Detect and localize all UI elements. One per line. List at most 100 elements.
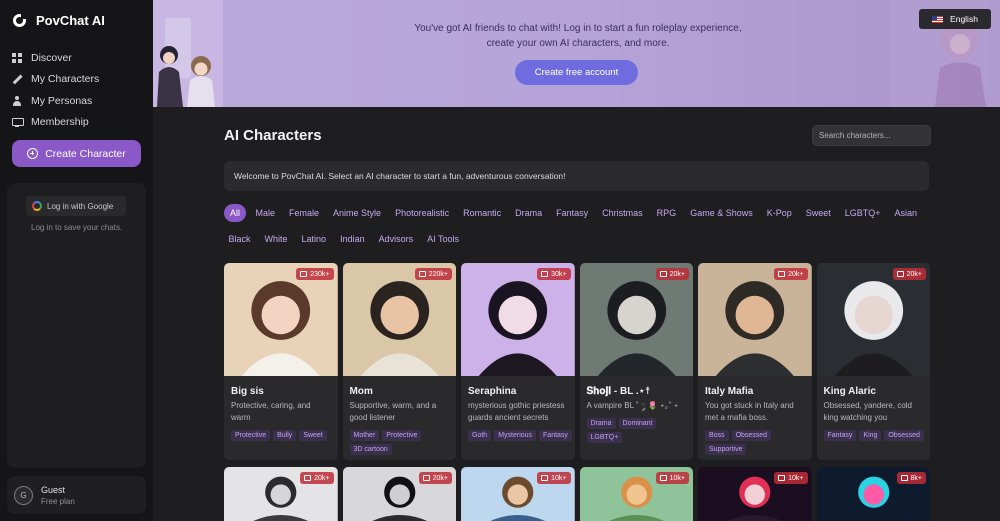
chat-count: 20k+ [669, 270, 685, 278]
character-tag[interactable]: Drama [586, 418, 616, 429]
filter-chip-romantic[interactable]: Romantic [459, 204, 506, 222]
character-card[interactable]: 230k+ Big sis Protective, caring, and warm… [224, 263, 338, 460]
filter-chip-photorealistic[interactable]: Photorealistic [391, 204, 454, 222]
filter-chip-lgbtq[interactable]: LGBTQ+ [840, 204, 885, 222]
filter-chip-ai-tools[interactable]: AI Tools [423, 230, 464, 248]
character-tag[interactable]: Fantasy [823, 430, 857, 441]
character-tag[interactable]: Mysterious [494, 430, 537, 441]
create-account-button[interactable]: Create free account [515, 60, 638, 85]
brand-name: PovChat AI [36, 13, 105, 28]
character-tag[interactable]: Goth [468, 430, 492, 441]
language-selector[interactable]: English [919, 9, 991, 29]
google-login-label: Log in with Google [47, 201, 114, 211]
character-card[interactable]: 10k+ [579, 467, 693, 521]
filter-chip-christmas[interactable]: Christmas [598, 204, 648, 222]
character-name: Big sis [231, 386, 264, 397]
create-character-button[interactable]: Create Character [12, 140, 141, 167]
character-card[interactable]: 8k+ [816, 467, 930, 521]
character-description: Protective, caring, and warm [231, 401, 311, 422]
character-tag[interactable]: Dominant [618, 418, 657, 429]
sidebar-item-membership[interactable]: Membership [12, 112, 142, 134]
banner-message: You've got AI friends to chat with! Log … [414, 23, 742, 49]
character-card[interactable]: 20k+ 𝐒𝐡𝐨𝐣𝐢 - BL .⋆☨ A vampire BL ˚ ༘ 🌷 ⋆｡˚… [579, 263, 693, 460]
filter-chip-female[interactable]: Female [285, 204, 324, 222]
character-tag[interactable]: King [859, 430, 882, 441]
login-hint: Log in to save your chats. [31, 223, 123, 232]
filter-chip-drama[interactable]: Drama [511, 204, 547, 222]
chat-count: 220k+ [428, 270, 448, 278]
filter-chip-advisors[interactable]: Advisors [374, 230, 418, 248]
filter-chip-white[interactable]: White [260, 230, 292, 248]
character-card[interactable]: 20k+ King Alaric Obsessed, yandere, cold k… [816, 263, 930, 460]
character-image: 10k+ [461, 467, 575, 521]
chat-count: 30k+ [551, 270, 567, 278]
guest-plan: Free plan [41, 496, 75, 506]
chat-bubble-icon [659, 475, 667, 481]
character-tag[interactable]: Bully [273, 430, 297, 441]
character-tag[interactable]: Sweet [299, 430, 327, 441]
character-tag[interactable]: Boss [705, 430, 729, 441]
character-card[interactable]: 20k+ [224, 467, 338, 521]
character-tag[interactable]: Obsessed [731, 430, 772, 441]
language-label: English [950, 14, 978, 24]
filter-chip-k-pop[interactable]: K-Pop [762, 204, 796, 222]
character-name: Italy Mafia [705, 386, 754, 397]
character-tag[interactable]: Protective [231, 430, 271, 441]
sidebar-item-discover[interactable]: Discover [12, 47, 142, 69]
character-description: A vampire BL ˚ ༘ 🌷 ⋆｡˚ ⋆ [586, 401, 679, 410]
character-tag[interactable]: Protective [382, 430, 422, 441]
character-card[interactable]: 20k+ [342, 467, 456, 521]
character-tags: Boss Obsessed Supportive [705, 430, 809, 455]
character-card[interactable]: 20k+ Italy Mafia You got stuck in Italy an… [698, 263, 812, 460]
chat-count: 10k+ [669, 474, 685, 482]
character-card[interactable]: 220k+ Mom Supportive, warm, and a good lis… [342, 263, 456, 460]
sidebar-item-my-characters[interactable]: My Characters [12, 69, 142, 91]
guest-account[interactable]: G Guest Free plan [7, 476, 146, 514]
character-tag[interactable]: Obsessed [884, 430, 924, 441]
character-card[interactable]: 10k+ [698, 467, 812, 521]
filter-chip-indian[interactable]: Indian [336, 230, 370, 248]
chat-count: 20k+ [906, 270, 922, 278]
character-image: 230k+ [224, 263, 338, 376]
google-login-button[interactable]: Log in with Google [26, 196, 126, 216]
filter-chip-game-shows[interactable]: Game & Shows [686, 204, 758, 222]
filter-chip-asian[interactable]: Asian [890, 204, 922, 222]
character-image: 20k+ [224, 467, 338, 521]
chat-count-badge: 20k+ [774, 268, 808, 280]
chat-count-badge: 10k+ [774, 472, 808, 484]
character-image: 20k+ [579, 263, 693, 376]
character-description: mysterious gothic priestess guards ancie… [468, 401, 565, 422]
brand[interactable]: PovChat AI [13, 13, 105, 28]
pencil-icon [12, 74, 22, 84]
sidebar-item-my-personas[interactable]: My Personas [12, 90, 142, 112]
character-tag[interactable]: LGBTQ+ [586, 432, 623, 443]
filter-chip-black[interactable]: Black [224, 230, 255, 248]
chat-count-badge: 10k+ [537, 472, 571, 484]
filter-chip-all[interactable]: All [224, 204, 247, 222]
brand-logo-icon [13, 14, 26, 27]
character-image: 10k+ [579, 467, 693, 521]
character-image: 8k+ [816, 467, 930, 521]
google-icon [32, 201, 42, 211]
filter-chip-anime-style[interactable]: Anime Style [329, 204, 386, 222]
character-card[interactable]: 30k+ Seraphina mysterious gothic priestess… [461, 263, 575, 460]
character-tag[interactable]: 3D cartoon [349, 444, 392, 455]
filter-chip-male[interactable]: Male [251, 204, 280, 222]
chat-count-badge: 30k+ [537, 268, 571, 280]
character-name: King Alaric [823, 386, 876, 397]
page-title: AI Characters [224, 127, 322, 144]
search-input[interactable] [812, 125, 931, 146]
character-description: Supportive, warm, and a good listener [349, 401, 437, 422]
character-card[interactable]: 10k+ [461, 467, 575, 521]
character-tag[interactable]: Supportive [705, 444, 747, 455]
character-tag[interactable]: Fantasy [539, 430, 572, 441]
chat-count-badge: 20k+ [655, 268, 689, 280]
filter-chip-sweet[interactable]: Sweet [801, 204, 835, 222]
chat-count-badge: 20k+ [300, 472, 334, 484]
character-tag[interactable]: Mother [349, 430, 380, 441]
filter-chip-latino[interactable]: Latino [297, 230, 331, 248]
filter-chip-fantasy[interactable]: Fantasy [552, 204, 593, 222]
filter-chip-rpg[interactable]: RPG [652, 204, 681, 222]
sidebar-nav: Discover My Characters My Personas Membe… [12, 47, 142, 133]
character-image: 10k+ [698, 467, 812, 521]
